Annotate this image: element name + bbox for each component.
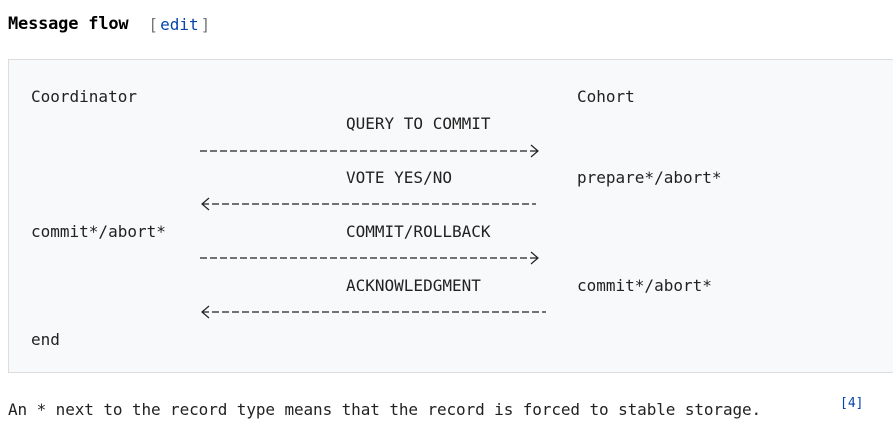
arrow-left-vote [200,197,540,211]
arrow-right-commit [200,251,548,265]
edit-section: [edit] [148,15,210,34]
coordinator-end: end [31,330,60,349]
arrow-left-ack [200,305,548,319]
coordinator-commit-abort: commit*/abort* [31,222,166,241]
cohort-prepare-abort: prepare*/abort* [577,168,722,187]
edit-open-bracket: [ [148,14,159,34]
message-commit-rollback: COMMIT/ROLLBACK [346,222,491,241]
edit-link[interactable]: edit [158,15,201,34]
edit-close-bracket: ] [200,14,211,34]
coordinator-header: Coordinator [31,87,137,106]
message-acknowledgment: ACKNOWLEDGMENT [346,276,481,295]
cohort-header: Cohort [577,87,635,106]
reference-link[interactable]: [4] [840,396,863,411]
cohort-commit-abort: commit*/abort* [577,276,712,295]
footnote-text: An * next to the record type means that … [8,400,762,419]
section-title: Message flow [8,14,129,34]
message-vote: VOTE YES/NO [346,168,452,187]
message-query-to-commit: QUERY TO COMMIT [346,114,491,133]
section-heading: Message flow [edit] [8,12,210,36]
arrow-right-query [200,144,548,158]
message-flow-diagram: Coordinator Cohort QUERY TO COMMIT VOTE … [8,59,893,373]
